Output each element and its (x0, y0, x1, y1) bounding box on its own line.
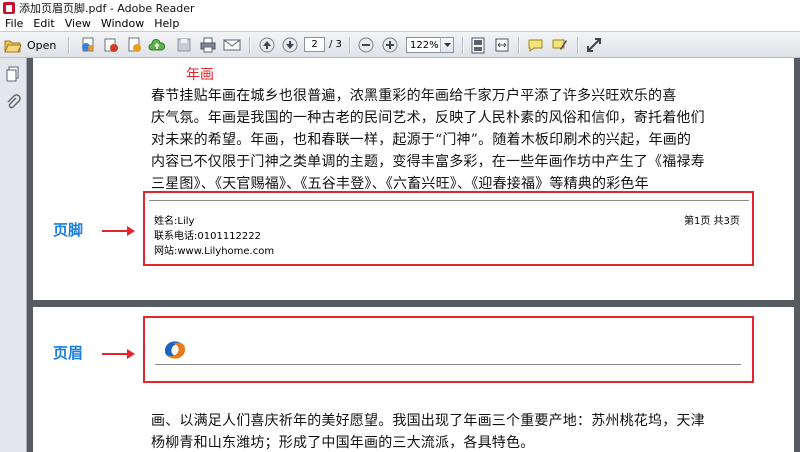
arrow-up-circle-icon (259, 37, 274, 53)
body-text-line: 春节挂贴年画在城乡也很普遍，浓黑重彩的年画给千家万户平添了许多兴旺欢乐的喜 (151, 88, 677, 104)
save-button[interactable] (174, 36, 193, 54)
plus-circle-icon (382, 37, 397, 53)
open-button[interactable]: Open (4, 36, 56, 54)
title-bar: 添加页眉页脚.pdf - Adobe Reader (0, 0, 800, 16)
fullscreen-button[interactable] (584, 36, 603, 54)
previous-page-button[interactable] (257, 36, 276, 54)
create-pdf-button[interactable] (78, 36, 97, 54)
navigation-panel (0, 58, 27, 452)
header-annotation-arrow (102, 349, 135, 359)
body-text-line: 对未来的希望。年画，也和春联一样，起源于“门神”。随着木板印刷术的兴起，年画的 (151, 132, 692, 148)
fit-page-icon (471, 37, 484, 53)
pages-panel-button[interactable] (5, 66, 21, 82)
company-logo (161, 337, 189, 363)
body-text-line: 三星图》、《天官赐福》、《五谷丰登》、《六畜兴旺》、《迎春接福》等精典的彩色年 (151, 176, 649, 192)
expand-arrows-icon (586, 38, 601, 52)
envelope-icon (223, 39, 240, 51)
menu-edit[interactable]: Edit (28, 17, 59, 31)
toolbar-separator (462, 37, 464, 54)
folder-open-icon (4, 40, 22, 52)
fit-width-icon (495, 38, 508, 52)
comment-button[interactable] (526, 36, 545, 54)
zoom-out-button[interactable] (356, 36, 375, 54)
zoom-value: 122% (410, 39, 439, 51)
toolbar-separator (577, 37, 579, 54)
window-title: 添加页眉页脚.pdf - Adobe Reader (19, 2, 195, 15)
minus-circle-icon (358, 37, 373, 53)
header-highlight-box (143, 316, 754, 383)
toolbar-separator (249, 37, 251, 54)
attach-button[interactable] (124, 36, 143, 54)
menu-file[interactable]: File (0, 17, 28, 31)
paperclip-icon (7, 94, 21, 109)
header-divider (155, 364, 741, 365)
pdf-app-icon (3, 2, 15, 14)
body-text-line: 画、以满足人们喜庆祈年的美好愿望。我国出现了年画三个重要产地：苏州桃花坞，天津 (151, 413, 705, 429)
next-page-button[interactable] (280, 36, 299, 54)
footer-annotation-label: 页脚 (53, 221, 84, 239)
upload-button[interactable] (147, 36, 166, 54)
speech-bubble-icon (528, 39, 543, 52)
toolbar-separator (518, 37, 520, 54)
header-annotation-label: 页眉 (53, 344, 84, 362)
toolbar-separator (68, 37, 70, 54)
save-disk-icon (177, 38, 190, 52)
toolbar-separator (349, 37, 351, 54)
zoom-dropdown[interactable] (440, 38, 453, 52)
footer-website: 网站:www.Lilyhome.com (154, 246, 275, 257)
highlighter-pen-icon (552, 39, 567, 50)
pdf-page-1: 年画 春节挂贴年画在城乡也很普遍，浓黑重彩的年画给千家万户平添了许多兴旺欢乐的喜… (33, 58, 794, 300)
menu-window[interactable]: Window (96, 17, 149, 31)
menu-bar: File Edit View Window Help (0, 16, 800, 31)
menu-help[interactable]: Help (149, 17, 184, 31)
page-thumbnails-icon (6, 66, 19, 82)
printer-icon (200, 37, 215, 53)
combine-files-icon (104, 38, 118, 52)
attachments-panel-button[interactable] (5, 94, 21, 110)
email-button[interactable] (222, 36, 241, 54)
cloud-upload-icon (148, 39, 165, 51)
menu-view[interactable]: View (60, 17, 96, 31)
chevron-down-icon (443, 42, 451, 47)
combine-files-button[interactable] (101, 36, 120, 54)
attach-document-icon (128, 37, 141, 52)
body-text-line: 杨柳青和山东潍坊；形成了中国年画的三大流派，各具特色。 (151, 435, 535, 451)
pdf-page-2: 页眉 画、以满足人们喜庆祈年的美好愿望。我国出现了年画三个重要产地：苏州桃花坞，… (33, 307, 794, 452)
footer-annotation-arrow (102, 226, 135, 236)
page-total: / 3 (329, 39, 342, 50)
open-label: Open (27, 38, 57, 52)
create-pdf-icon (81, 37, 94, 52)
zoom-select[interactable]: 122% (406, 37, 454, 53)
toolbar: Open / 3 122% (0, 31, 800, 58)
fit-width-button[interactable] (492, 36, 511, 54)
section-title: 年画 (186, 67, 214, 83)
page-number-input[interactable] (304, 37, 325, 52)
footer-page-info: 第1页 共3页 (684, 216, 740, 227)
print-button[interactable] (198, 36, 217, 54)
fit-page-button[interactable] (468, 36, 487, 54)
body-text-line: 内容已不仅限于门神之类单调的主题，变得丰富多彩，在一些年画作坊中产生了《福禄寿 (151, 154, 705, 170)
footer-divider (149, 200, 749, 201)
footer-phone: 联系电话:0101112222 (154, 231, 261, 242)
arrow-down-circle-icon (282, 37, 297, 53)
footer-name: 姓名:Lily (154, 216, 195, 227)
body-text-line: 庆气氛。年画是我国的一种古老的民间艺术，反映了人民朴素的风俗和信仰，寄托着他们 (151, 110, 705, 126)
zoom-in-button[interactable] (380, 36, 399, 54)
highlight-button[interactable] (550, 36, 569, 54)
document-view[interactable]: 年画 春节挂贴年画在城乡也很普遍，浓黑重彩的年画给千家万户平添了许多兴旺欢乐的喜… (27, 58, 800, 452)
